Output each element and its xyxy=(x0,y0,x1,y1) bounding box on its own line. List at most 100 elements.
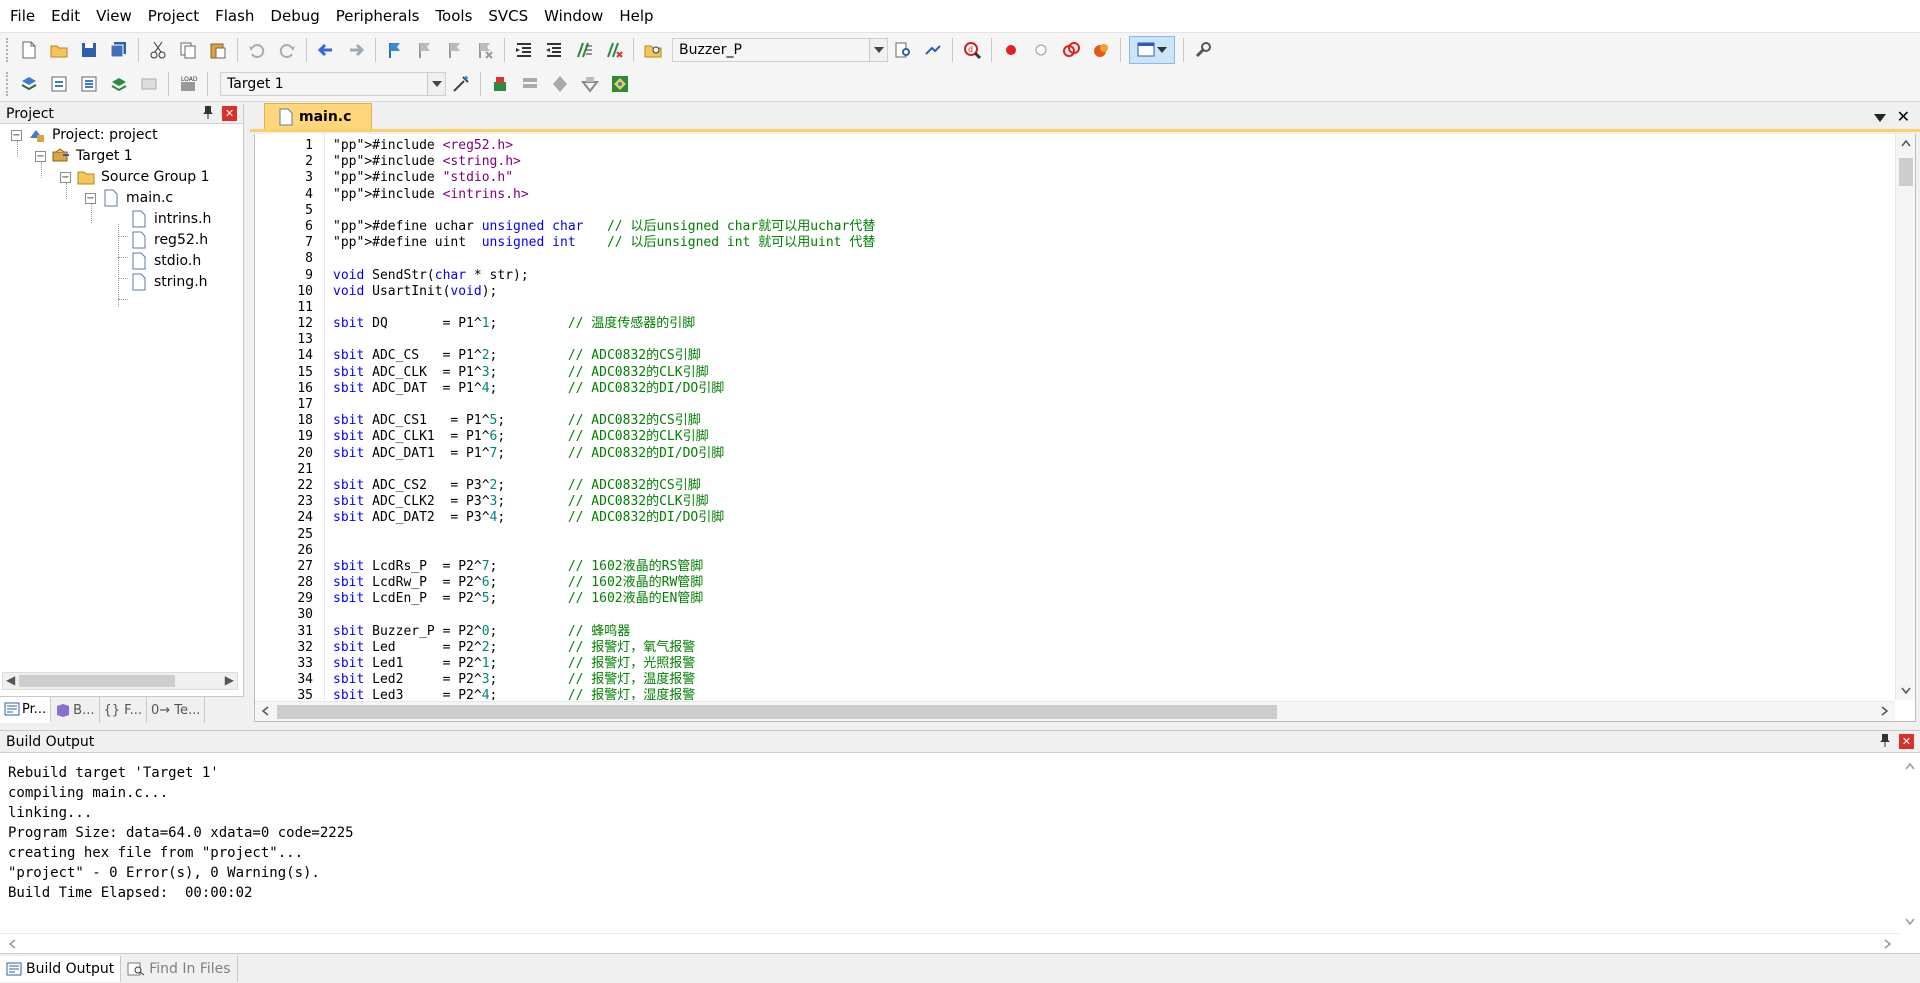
code-line[interactable]: 19 sbit ADC_CLK1 = P1^6; // ADC0832的CLK引脚 xyxy=(255,429,1895,445)
manage-multi-project-icon[interactable] xyxy=(517,71,543,97)
menu-view[interactable]: View xyxy=(88,0,140,32)
code-line[interactable]: 15 sbit ADC_CLK = P1^3; // ADC0832的CLK引脚 xyxy=(255,365,1895,381)
copy-icon[interactable] xyxy=(175,37,201,63)
scroll-right-icon[interactable]: ▶ xyxy=(225,673,234,687)
menu-window[interactable]: Window xyxy=(536,0,611,32)
find-combo[interactable]: Buzzer_P xyxy=(672,38,888,62)
manage-project-items-icon[interactable] xyxy=(487,71,513,97)
scroll-right-icon[interactable] xyxy=(1881,705,1889,719)
tab-list-dropdown-icon[interactable] xyxy=(1874,110,1886,126)
scroll-down-icon[interactable] xyxy=(1901,684,1911,698)
code-viewport[interactable]: 1 "pp">#include <reg52.h> 2 "pp">#include <… xyxy=(255,134,1895,700)
build-icon[interactable] xyxy=(46,71,72,97)
code-line[interactable]: 32 sbit Led = P2^2; // 报警灯，氧气报警 xyxy=(255,640,1895,656)
code-line[interactable]: 6 "pp">#define uchar unsigned char // 以后u… xyxy=(255,219,1895,235)
tree-item-stdio-h[interactable]: stdio.h xyxy=(130,250,201,272)
scroll-down-icon[interactable] xyxy=(1905,915,1915,929)
tree-item-main-c[interactable]: − main.c xyxy=(85,187,173,209)
pin-icon[interactable] xyxy=(202,105,214,122)
build-vertical-scrollbar[interactable] xyxy=(1900,755,1920,933)
code-line[interactable]: 33 sbit Led1 = P2^1; // 报警灯，光照报警 xyxy=(255,656,1895,672)
menu-peripherals[interactable]: Peripherals xyxy=(328,0,428,32)
build-horizontal-scrollbar[interactable] xyxy=(0,933,1900,953)
scrollbar-thumb[interactable] xyxy=(1899,158,1913,186)
find-in-files-icon[interactable] xyxy=(640,37,666,63)
close-icon[interactable]: ✕ xyxy=(1899,734,1914,749)
menu-flash[interactable]: Flash xyxy=(207,0,262,32)
code-line[interactable]: 22 sbit ADC_CS2 = P3^2; // ADC0832的CS引脚 xyxy=(255,478,1895,494)
code-line[interactable]: 29 sbit LcdEn_P = P2^5; // 1602液晶的EN管脚 xyxy=(255,591,1895,607)
uncomment-icon[interactable] xyxy=(601,37,627,63)
pin-icon[interactable] xyxy=(1879,733,1891,750)
menu-tools[interactable]: Tools xyxy=(427,0,480,32)
code-line[interactable]: 9 void SendStr(char * str); xyxy=(255,268,1895,284)
scrollbar-thumb[interactable] xyxy=(19,675,175,687)
new-file-icon[interactable] xyxy=(16,37,42,63)
code-line[interactable]: 31 sbit Buzzer_P = P2^0; // 蜂鸣器 xyxy=(255,624,1895,640)
code-line[interactable]: 12 sbit DQ = P1^1; // 温度传感器的引脚 xyxy=(255,316,1895,332)
scroll-up-icon[interactable] xyxy=(1901,136,1911,150)
code-line[interactable]: 25 xyxy=(255,527,1895,543)
target-options-icon[interactable] xyxy=(448,71,474,97)
code-line[interactable]: 1 "pp">#include <reg52.h> xyxy=(255,138,1895,154)
menu-edit[interactable]: Edit xyxy=(43,0,88,32)
code-line[interactable]: 26 xyxy=(255,543,1895,559)
collapse-icon[interactable]: − xyxy=(60,171,71,183)
code-editor[interactable]: 1 "pp">#include <reg52.h> 2 "pp">#include <… xyxy=(254,134,1916,722)
code-vertical-scrollbar[interactable] xyxy=(1895,134,1915,700)
translate-icon[interactable] xyxy=(16,71,42,97)
tab-functions[interactable]: {} F... xyxy=(100,697,147,723)
window-layout-button[interactable] xyxy=(1129,36,1175,64)
rebuild-icon[interactable] xyxy=(76,71,102,97)
enable-breakpoint-icon[interactable] xyxy=(1028,37,1054,63)
code-line[interactable]: 16 sbit ADC_DAT = P1^4; // ADC0832的DI/DO引… xyxy=(255,381,1895,397)
tree-item-string-h[interactable]: string.h xyxy=(130,271,208,293)
code-line[interactable]: 5 xyxy=(255,203,1895,219)
bookmark-icon[interactable] xyxy=(382,37,408,63)
code-line[interactable]: 8 xyxy=(255,251,1895,267)
scroll-up-icon[interactable] xyxy=(1905,759,1915,773)
tab-project[interactable]: Pr... xyxy=(0,697,52,723)
paste-icon[interactable] xyxy=(205,37,231,63)
code-line[interactable]: 30 xyxy=(255,607,1895,623)
scroll-left-icon[interactable] xyxy=(8,938,16,952)
navigate-back-icon[interactable] xyxy=(313,37,339,63)
cut-icon[interactable] xyxy=(145,37,171,63)
code-line[interactable]: 2 "pp">#include <string.h> xyxy=(255,154,1895,170)
scroll-left-icon[interactable] xyxy=(261,705,269,719)
batch-build-icon[interactable] xyxy=(106,71,132,97)
code-horizontal-scrollbar[interactable] xyxy=(255,701,1895,721)
tree-item-project[interactable]: − Project: project xyxy=(11,124,158,146)
code-line[interactable]: 24 sbit ADC_DAT2 = P3^4; // ADC0832的DI/DO… xyxy=(255,510,1895,526)
next-bookmark-icon[interactable] xyxy=(442,37,468,63)
tree-item-target[interactable]: − Target 1 xyxy=(35,145,133,167)
code-line[interactable]: 35 sbit Led3 = P2^4; // 报警灯，湿度报警 xyxy=(255,688,1895,700)
select-packs-icon[interactable] xyxy=(547,71,573,97)
tab-build-output[interactable]: Build Output xyxy=(0,955,122,982)
menu-file[interactable]: File xyxy=(2,0,43,32)
code-line[interactable]: 3 "pp">#include "stdio.h" xyxy=(255,170,1895,186)
run-time-environment-icon[interactable] xyxy=(607,71,633,97)
code-line[interactable]: 21 xyxy=(255,462,1895,478)
save-icon[interactable] xyxy=(76,37,102,63)
tab-books[interactable]: B... xyxy=(51,697,100,723)
tab-main-c[interactable]: main.c xyxy=(264,103,372,129)
code-line[interactable]: 34 sbit Led2 = P2^3; // 报警灯，温度报警 xyxy=(255,672,1895,688)
wrench-icon[interactable] xyxy=(1190,37,1216,63)
unindent-icon[interactable] xyxy=(541,37,567,63)
code-line[interactable]: 28 sbit LcdRw_P = P2^6; // 1602液晶的RW管脚 xyxy=(255,575,1895,591)
navigate-forward-icon[interactable] xyxy=(343,37,369,63)
collapse-icon[interactable]: − xyxy=(35,150,46,162)
menu-svcs[interactable]: SVCS xyxy=(480,0,536,32)
menu-debug[interactable]: Debug xyxy=(262,0,327,32)
redo-icon[interactable] xyxy=(274,37,300,63)
code-line[interactable]: 18 sbit ADC_CS1 = P1^5; // ADC0832的CS引脚 xyxy=(255,413,1895,429)
collapse-icon[interactable]: − xyxy=(85,192,96,204)
code-line[interactable]: 7 "pp">#define uint unsigned int // 以后uns… xyxy=(255,235,1895,251)
build-output-text[interactable]: Rebuild target 'Target 1' compiling main.… xyxy=(8,763,354,903)
pack-installer-icon[interactable] xyxy=(577,71,603,97)
code-line[interactable]: 27 sbit LcdRs_P = P2^7; // 1602液晶的RS管脚 xyxy=(255,559,1895,575)
code-line[interactable]: 20 sbit ADC_DAT1 = P1^7; // ADC0832的DI/DO… xyxy=(255,446,1895,462)
comment-icon[interactable] xyxy=(571,37,597,63)
prev-bookmark-icon[interactable] xyxy=(412,37,438,63)
